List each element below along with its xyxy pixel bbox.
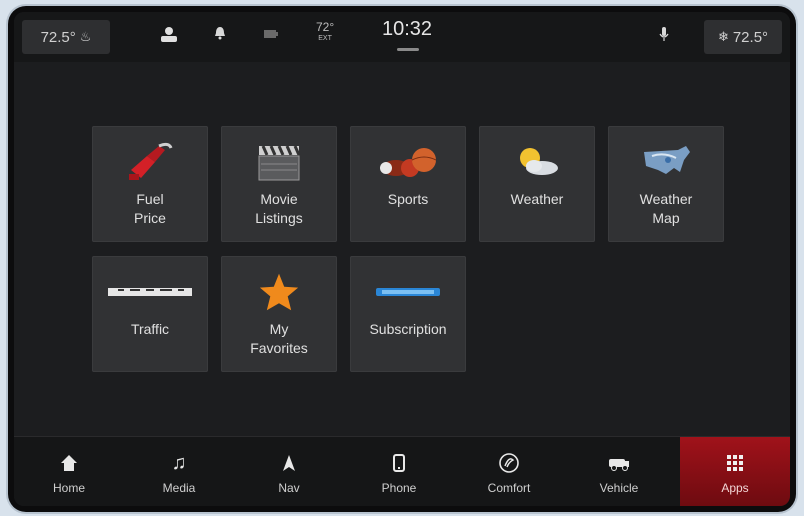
app-label: Traffic — [130, 321, 170, 337]
app-label: Fuel Price — [134, 191, 166, 226]
sports-balls-icon — [376, 142, 440, 182]
nav-apps[interactable]: Apps — [680, 437, 790, 506]
apps-grid-icon — [726, 451, 744, 475]
nav-label: Phone — [381, 481, 417, 495]
app-tile-subscription[interactable]: Subscription — [350, 256, 466, 372]
app-tile-fuel-price[interactable]: Fuel Price — [92, 126, 208, 242]
outside-temp-value: 72° — [316, 20, 335, 34]
app-tile-traffic[interactable]: Traffic — [92, 256, 208, 372]
vehicle-icon — [607, 451, 631, 475]
outside-temperature: 72° EXT — [316, 20, 335, 44]
passenger-temp: 72.5° — [732, 28, 769, 46]
nav-label: Nav — [278, 481, 300, 495]
nav-comfort[interactable]: Comfort — [454, 437, 564, 506]
seat-fan-icon: ❄ — [717, 29, 729, 44]
music-note-icon: ♫ — [171, 451, 187, 474]
notification-bell-icon[interactable] — [214, 26, 226, 45]
app-tile-my-favorites[interactable]: My Favorites — [221, 256, 337, 372]
nav-label: Comfort — [487, 481, 531, 495]
nav-label: Apps — [721, 481, 749, 495]
app-tile-movie-listings[interactable]: Movie Listings — [221, 126, 337, 242]
outside-temp-unit: EXT — [318, 35, 332, 42]
driver-temp: 72.5° — [40, 28, 76, 46]
driver-climate-button[interactable]: 72.5° ♨ — [22, 20, 110, 54]
nav-label: Media — [162, 481, 196, 495]
traffic-logo-icon — [108, 272, 192, 312]
clapperboard-icon — [255, 142, 303, 182]
nav-label: Vehicle — [599, 481, 639, 495]
app-label: Movie Listings — [255, 191, 303, 226]
navigation-arrow-icon — [282, 451, 296, 475]
bottom-nav-bar: Home ♫ Media Nav Phone Comfort Vehicle A… — [14, 436, 790, 506]
nav-home[interactable]: Home — [14, 437, 124, 506]
user-profile-icon[interactable] — [160, 26, 178, 47]
nav-phone[interactable]: Phone — [344, 437, 454, 506]
fuel-nozzle-icon — [125, 142, 175, 182]
comfort-icon — [498, 451, 520, 475]
app-tile-weather-map[interactable]: Weather Map — [608, 126, 724, 242]
app-tile-sports[interactable]: Sports — [350, 126, 466, 242]
microphone-icon[interactable] — [659, 26, 669, 47]
infotainment-screen: 72.5° ♨ 72° EXT 10:32 ❄ 72.5° Fuel Price… — [14, 12, 790, 506]
seat-heat-icon: ♨ — [79, 29, 92, 44]
clock: 10:32 — [382, 18, 433, 40]
us-map-icon — [638, 142, 694, 182]
battery-icon — [264, 26, 278, 44]
passenger-climate-button[interactable]: ❄ 72.5° — [704, 20, 782, 54]
nav-media[interactable]: ♫ Media — [124, 437, 234, 506]
nav-nav[interactable]: Nav — [234, 437, 344, 506]
app-label: Sports — [387, 191, 429, 207]
app-label: Weather Map — [639, 191, 693, 226]
status-bar: 72.5° ♨ 72° EXT 10:32 ❄ 72.5° — [14, 12, 790, 62]
app-label: Weather — [510, 191, 564, 207]
app-tile-weather[interactable]: Weather — [479, 126, 595, 242]
pull-down-handle[interactable] — [397, 48, 419, 51]
app-label: My Favorites — [250, 321, 308, 356]
phone-icon — [393, 451, 405, 475]
sun-cloud-icon — [510, 142, 564, 182]
nav-vehicle[interactable]: Vehicle — [564, 437, 674, 506]
siriusxm-logo-icon — [376, 272, 440, 312]
home-icon — [60, 451, 78, 475]
star-icon — [258, 272, 300, 312]
app-label: Subscription — [369, 321, 447, 337]
nav-label: Home — [52, 481, 85, 495]
